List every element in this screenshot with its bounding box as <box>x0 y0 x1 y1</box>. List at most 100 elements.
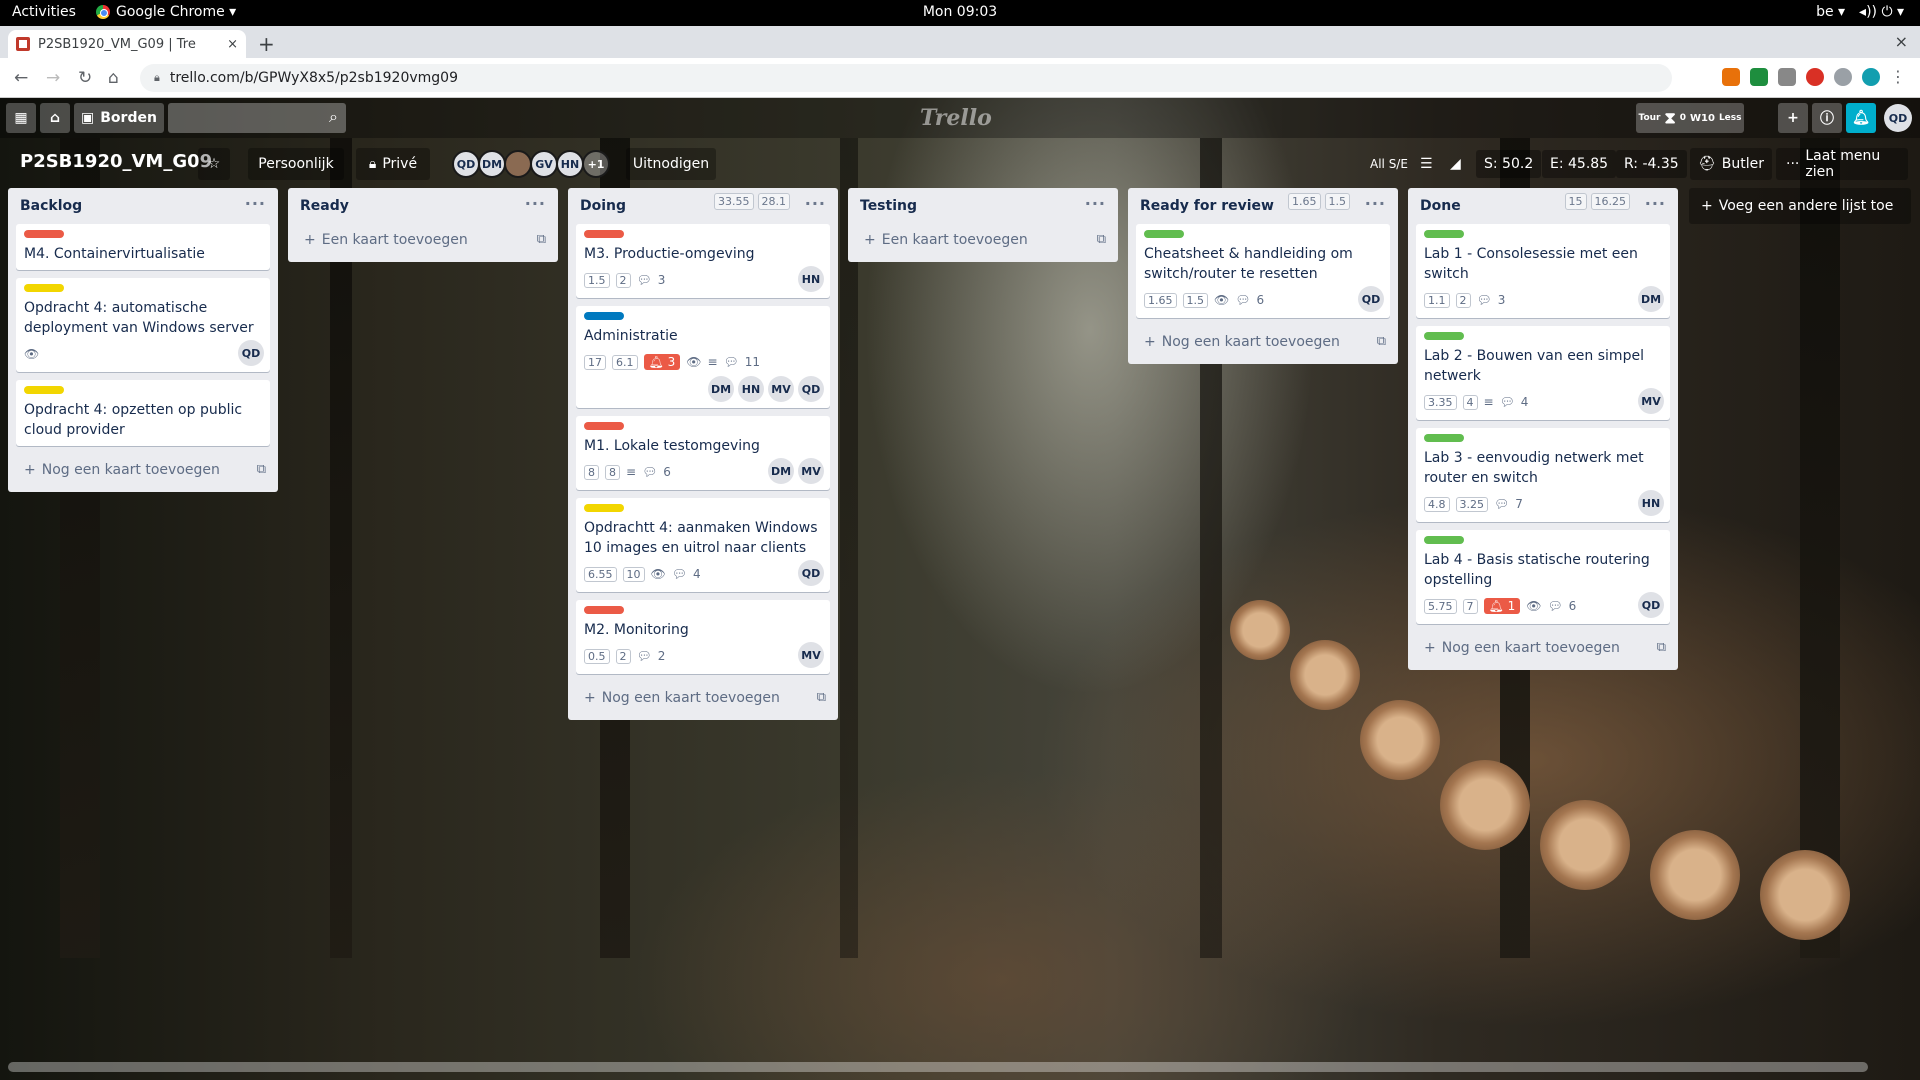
list-menu-icon[interactable]: ··· <box>1645 194 1666 213</box>
card-member-avatar[interactable]: DM <box>768 458 794 484</box>
card[interactable]: Lab 2 - Bouwen van een simpel netwerk 3.3… <box>1416 326 1670 420</box>
boards-button[interactable]: ▣ Borden <box>74 103 164 133</box>
list-menu-icon[interactable]: ··· <box>1085 194 1106 213</box>
butler-button[interactable]: ⛑︎ Butler <box>1690 148 1772 180</box>
add-card-button[interactable]: + Nog een kaart toevoegen ⧉ <box>576 682 830 714</box>
add-card-button[interactable]: + Een kaart toevoegen ⧉ <box>856 224 1110 256</box>
list-header[interactable]: Done 15 16.25 ··· <box>1416 188 1670 224</box>
add-list-button[interactable]: + Voeg een andere lijst toe <box>1689 188 1911 224</box>
add-card-button[interactable]: + Nog een kaart toevoegen ⧉ <box>16 454 270 486</box>
card-member-avatar[interactable]: MV <box>798 458 824 484</box>
browser-tab[interactable]: P2SB1920_VM_G09 | Tre × <box>8 30 246 58</box>
show-menu-button[interactable]: ··· Laat menu zien <box>1776 148 1908 180</box>
card-member-avatar[interactable]: DM <box>1638 286 1664 312</box>
list-header[interactable]: Ready ··· <box>296 188 550 224</box>
card-member-avatar[interactable]: QD <box>238 340 264 366</box>
card-template-icon[interactable]: ⧉ <box>1657 640 1666 655</box>
card-member-avatar[interactable]: QD <box>1358 286 1384 312</box>
back-icon[interactable]: ← <box>14 68 28 88</box>
card-template-icon[interactable]: ⧉ <box>537 232 546 247</box>
more-members-badge[interactable]: +1 <box>582 150 610 178</box>
search-input[interactable]: ⌕ <box>168 103 346 133</box>
card-member-avatar[interactable]: MV <box>768 376 794 402</box>
card-label[interactable] <box>584 504 624 512</box>
app-menu[interactable]: Google Chrome ▾ <box>96 4 236 20</box>
card-label[interactable] <box>1144 230 1184 238</box>
trello-logo[interactable]: Trello <box>920 105 992 131</box>
card-member-avatar[interactable]: HN <box>1638 490 1664 516</box>
list-title[interactable]: Done <box>1420 198 1461 214</box>
list-view-icon[interactable]: ☰ <box>1420 150 1433 178</box>
card-label[interactable] <box>584 606 624 614</box>
board-title[interactable]: P2SB1920_VM_G09 <box>20 151 212 172</box>
add-card-button[interactable]: + Nog een kaart toevoegen ⧉ <box>1136 326 1390 358</box>
window-close-button[interactable]: × <box>1895 32 1908 51</box>
list-header[interactable]: Backlog ··· <box>16 188 270 224</box>
card-label[interactable] <box>1424 536 1464 544</box>
list-header[interactable]: Testing ··· <box>856 188 1110 224</box>
member-avatar[interactable]: QD <box>452 150 480 178</box>
card[interactable]: M4. Containervirtualisatie <box>16 224 270 270</box>
card[interactable]: Opdracht 4: automatische deployment van … <box>16 278 270 372</box>
home-button[interactable]: ⌂ <box>40 103 70 133</box>
list-menu-icon[interactable]: ··· <box>525 194 546 213</box>
metamask-extension-icon[interactable] <box>1722 67 1740 86</box>
profile-avatar[interactable] <box>1862 67 1880 86</box>
extension-icon[interactable] <box>1778 67 1796 86</box>
card-label[interactable] <box>24 284 64 292</box>
card-label[interactable] <box>1424 332 1464 340</box>
notifications-bell-icon[interactable]: 🔔︎ <box>1846 103 1876 133</box>
card[interactable]: Lab 1 - Consolesessie met een switch 1.1 2… <box>1416 224 1670 318</box>
card[interactable]: M2. Monitoring 0.5 2 💬︎ 2 MV <box>576 600 830 674</box>
clock[interactable]: Mon 09:03 <box>0 4 1920 20</box>
card-member-avatar[interactable]: MV <box>798 642 824 668</box>
invite-button[interactable]: Uitnodigen <box>626 148 716 180</box>
card-member-avatar[interactable]: QD <box>1638 592 1664 618</box>
address-bar[interactable]: 🔒︎ trello.com/b/GPWyX8x5/p2sb1920vmg09 <box>140 64 1672 92</box>
card-template-icon[interactable]: ⧉ <box>1377 334 1386 349</box>
card-member-avatar[interactable]: MV <box>1638 388 1664 414</box>
visibility-button[interactable]: 🔒︎ Privé <box>356 148 430 180</box>
card[interactable]: Lab 4 - Basis statische routering opstel… <box>1416 530 1670 624</box>
activities-button[interactable]: Activities <box>12 4 76 20</box>
card-label[interactable] <box>584 312 624 320</box>
member-avatar[interactable]: HN <box>556 150 584 178</box>
forward-icon[interactable]: → <box>46 68 60 88</box>
new-tab-button[interactable]: + <box>258 32 275 56</box>
member-photo-avatar[interactable] <box>504 150 532 178</box>
member-avatar[interactable]: DM <box>478 150 506 178</box>
power-up-widget[interactable]: Tour ⧗ 0 W10 Less <box>1636 103 1744 133</box>
extension-icon[interactable] <box>1750 67 1768 86</box>
add-card-button[interactable]: + Nog een kaart toevoegen ⧉ <box>1416 632 1670 664</box>
list-title[interactable]: Ready for review <box>1140 198 1274 214</box>
keyboard-layout[interactable]: be ▾ <box>1816 4 1845 20</box>
list-menu-icon[interactable]: ··· <box>805 194 826 213</box>
member-avatar[interactable]: GV <box>530 150 558 178</box>
card-template-icon[interactable]: ⧉ <box>1097 232 1106 247</box>
card[interactable]: M1. Lokale testomgeving 8 8 ≡ 💬︎ 6 DM MV <box>576 416 830 490</box>
tab-close-icon[interactable]: × <box>227 37 238 52</box>
system-tray-icons[interactable]: ◂)) ⏻ ▾ <box>1859 4 1904 20</box>
card-label[interactable] <box>584 230 624 238</box>
opera-extension-icon[interactable] <box>1806 67 1824 86</box>
user-avatar[interactable]: QD <box>1884 104 1912 132</box>
card[interactable]: Opdracht 4: opzetten op public cloud pro… <box>16 380 270 446</box>
chrome-menu-icon[interactable]: ⋮ <box>1890 67 1906 86</box>
team-button[interactable]: Persoonlijk <box>248 148 344 180</box>
card-member-avatar[interactable]: QD <box>798 376 824 402</box>
card[interactable]: Lab 3 - eenvoudig netwerk met router en … <box>1416 428 1670 522</box>
apps-grid-icon[interactable]: ▦ <box>6 103 36 133</box>
home-icon[interactable]: ⌂ <box>108 68 119 88</box>
list-header[interactable]: Doing 33.55 28.1 ··· <box>576 188 830 224</box>
info-icon[interactable]: ⓘ <box>1812 103 1842 133</box>
card[interactable]: Opdrachtt 4: aanmaken Windows 10 images … <box>576 498 830 592</box>
horizontal-scrollbar[interactable] <box>8 1062 1868 1072</box>
card-label[interactable] <box>584 422 624 430</box>
card-template-icon[interactable]: ⧉ <box>257 462 266 477</box>
list-title[interactable]: Ready <box>300 198 349 214</box>
card-member-avatar[interactable]: HN <box>738 376 764 402</box>
card-template-icon[interactable]: ⧉ <box>817 690 826 705</box>
list-menu-icon[interactable]: ··· <box>1365 194 1386 213</box>
extension-icon[interactable] <box>1834 67 1852 86</box>
card[interactable]: M3. Productie-omgeving 1.5 2 💬︎ 3 HN <box>576 224 830 298</box>
